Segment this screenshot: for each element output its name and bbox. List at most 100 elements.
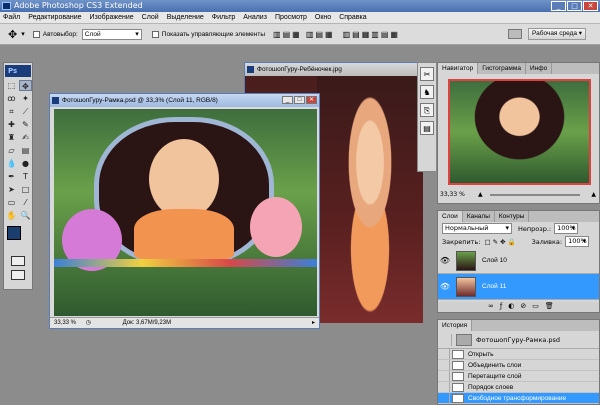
app-title: Adobe Photoshop CS3 Extended <box>14 1 143 10</box>
menu-view[interactable]: Просмотр <box>275 14 307 21</box>
minimize-button[interactable]: _ <box>551 1 566 11</box>
tool-presets-icon[interactable]: ✂ <box>420 67 434 81</box>
menu-image[interactable]: Изображение <box>90 14 134 21</box>
blur-tool-icon[interactable]: 💧 <box>5 158 18 169</box>
close-button[interactable]: ✕ <box>583 1 598 11</box>
quick-mask-icon[interactable] <box>11 256 25 266</box>
shape-tool-icon[interactable]: □ <box>19 184 32 195</box>
opacity-input[interactable]: 100% <box>554 223 579 234</box>
align-buttons[interactable]: ▥▤▦ ▥▤▦ <box>273 30 335 39</box>
history-snapshot[interactable]: ФотошопГуру-Рамка.psd <box>438 331 599 349</box>
tab-layers[interactable]: Слои <box>438 211 463 222</box>
snapshot-brush-icon[interactable] <box>440 333 452 346</box>
dodge-tool-icon[interactable]: ● <box>19 158 32 169</box>
maximize-button[interactable]: □ <box>567 1 582 11</box>
actions-icon[interactable]: ▤ <box>420 121 434 135</box>
zoom-level[interactable]: 33,33 % <box>54 320 76 326</box>
visibility-eye-icon[interactable]: 👁 <box>438 256 452 265</box>
menu-select[interactable]: Выделение <box>167 14 204 21</box>
healing-brush-tool-icon[interactable]: ✚ <box>5 119 18 130</box>
history-item-label: Перетащите слой <box>468 372 522 380</box>
document-title-bar[interactable]: ФотошопГуру-Ребёночек.jpg <box>245 63 421 76</box>
marquee-tool-icon[interactable]: ⬚ <box>5 80 18 91</box>
path-selection-tool-icon[interactable]: ➤ <box>5 184 18 195</box>
tab-navigator[interactable]: Навигатор <box>438 63 479 74</box>
menu-window[interactable]: Окно <box>315 14 331 21</box>
history-item[interactable]: Открыть <box>438 349 599 360</box>
autoselect-select[interactable]: Слой <box>81 28 142 40</box>
show-controls-checkbox[interactable] <box>151 30 159 38</box>
zoom-tool-icon[interactable]: 🔍 <box>19 210 32 221</box>
layers-blend-row: Нормальный Непрозр.: 100% <box>438 222 599 235</box>
navigator-panel: Навигатор Гистограмма Инфо 33,33 % ▲ ▲ <box>437 62 600 204</box>
baby-photo-canvas[interactable] <box>317 76 423 323</box>
eyedropper-tool-icon[interactable]: ⁄ <box>19 197 32 208</box>
distribute-buttons[interactable]: ▥▤▦▥▤▦ <box>343 30 400 39</box>
menu-analysis[interactable]: Анализ <box>243 14 267 21</box>
zoom-out-icon[interactable]: ▲ <box>478 190 483 200</box>
menu-filter[interactable]: Фильтр <box>212 14 236 21</box>
document-window-front[interactable]: ФотошопГуру-Рамка.psd @ 33,3% (Слой 11, … <box>49 93 320 329</box>
magic-wand-tool-icon[interactable]: ✦ <box>19 93 32 104</box>
brush-tool-icon[interactable]: ✎ <box>19 119 32 130</box>
screen-mode-icon[interactable] <box>11 270 25 280</box>
scroll-right-icon[interactable]: ▸ <box>312 318 315 328</box>
visibility-eye-icon[interactable]: 👁 <box>438 282 452 291</box>
history-item[interactable]: Объединить слои <box>438 360 599 371</box>
clone-stamp-tool-icon[interactable]: ♜ <box>5 132 18 143</box>
menu-file[interactable]: Файл <box>3 14 20 21</box>
lock-icons[interactable]: □✎✥🔒 <box>484 238 517 246</box>
eraser-tool-icon[interactable]: ▱ <box>5 145 18 156</box>
menu-help[interactable]: Справка <box>339 14 366 21</box>
menu-layer[interactable]: Слой <box>142 14 159 21</box>
tab-histogram[interactable]: Гистограмма <box>478 63 526 74</box>
clone-source-icon[interactable]: ⎘ <box>420 103 434 117</box>
workspace-button[interactable]: Рабочая среда ▾ <box>528 28 587 40</box>
blend-mode-select[interactable]: Нормальный <box>442 223 512 234</box>
layer-row-selected[interactable]: 👁 Слой 11 <box>438 274 599 300</box>
doc-minimize-button[interactable]: _ <box>282 96 293 104</box>
history-item-label: Свободное трансформирование <box>468 394 567 402</box>
navigator-zoom-row: 33,33 % ▲ ▲ <box>440 190 598 200</box>
zoom-in-icon[interactable]: ▲ <box>591 190 596 200</box>
tab-info[interactable]: Инфо <box>526 63 553 74</box>
tab-channels[interactable]: Каналы <box>463 211 495 222</box>
document-title-bar[interactable]: ФотошопГуру-Рамка.psd @ 33,3% (Слой 11, … <box>50 94 319 107</box>
tab-paths[interactable]: Контуры <box>495 211 530 222</box>
history-tabs: История <box>438 320 599 331</box>
hand-tool-icon[interactable]: ✋ <box>5 210 18 221</box>
layer-row[interactable]: 👁 Слой 10 <box>438 248 599 274</box>
foreground-color[interactable] <box>7 226 21 240</box>
fill-input[interactable]: 100% <box>565 236 590 247</box>
tab-history[interactable]: История <box>438 320 473 331</box>
doc-maximize-button[interactable]: □ <box>294 96 305 104</box>
status-icon[interactable]: ◷ <box>86 320 91 326</box>
menu-edit[interactable]: Редактирование <box>28 14 81 21</box>
doc-close-button[interactable]: ✕ <box>306 96 317 104</box>
notes-tool-icon[interactable]: ▭ <box>5 197 18 208</box>
move-tool-icon[interactable]: ✥ <box>8 28 17 41</box>
autoselect-checkbox[interactable] <box>32 30 40 38</box>
slice-tool-icon[interactable]: ⟋ <box>19 106 32 117</box>
palette-well-icon[interactable] <box>508 29 522 39</box>
gradient-tool-icon[interactable]: ▤ <box>19 145 32 156</box>
crop-tool-icon[interactable]: ⌗ <box>5 106 18 117</box>
zoom-slider[interactable] <box>490 194 580 196</box>
pen-tool-icon[interactable]: ✒ <box>5 171 18 182</box>
navigator-preview[interactable] <box>448 79 591 185</box>
lasso-tool-icon[interactable]: ꝏ <box>5 93 18 104</box>
baby-face <box>149 139 219 219</box>
navigator-tabs: Навигатор Гистограмма Инфо <box>438 63 599 74</box>
history-item[interactable]: Перетащите слой <box>438 371 599 382</box>
layer-footer-icons[interactable]: ∞ƒ◐⊘▭🗑 <box>488 302 560 310</box>
type-tool-icon[interactable]: T <box>19 171 32 182</box>
collapsed-panel-dock: ✂ ♞ ⎘ ▤ <box>417 62 437 172</box>
navigator-zoom-value[interactable]: 33,33 % <box>440 191 465 198</box>
history-item-selected[interactable]: Свободное трансформирование <box>438 393 599 404</box>
history-item[interactable]: Порядок слоев <box>438 382 599 393</box>
move-tool-button-icon[interactable]: ✥ <box>19 80 32 91</box>
history-brush-tool-icon[interactable]: ✍ <box>19 132 32 143</box>
frame-canvas[interactable] <box>54 109 317 316</box>
brushes-icon[interactable]: ♞ <box>420 85 434 99</box>
tool-preset-dropdown[interactable]: ▾ <box>21 30 25 38</box>
